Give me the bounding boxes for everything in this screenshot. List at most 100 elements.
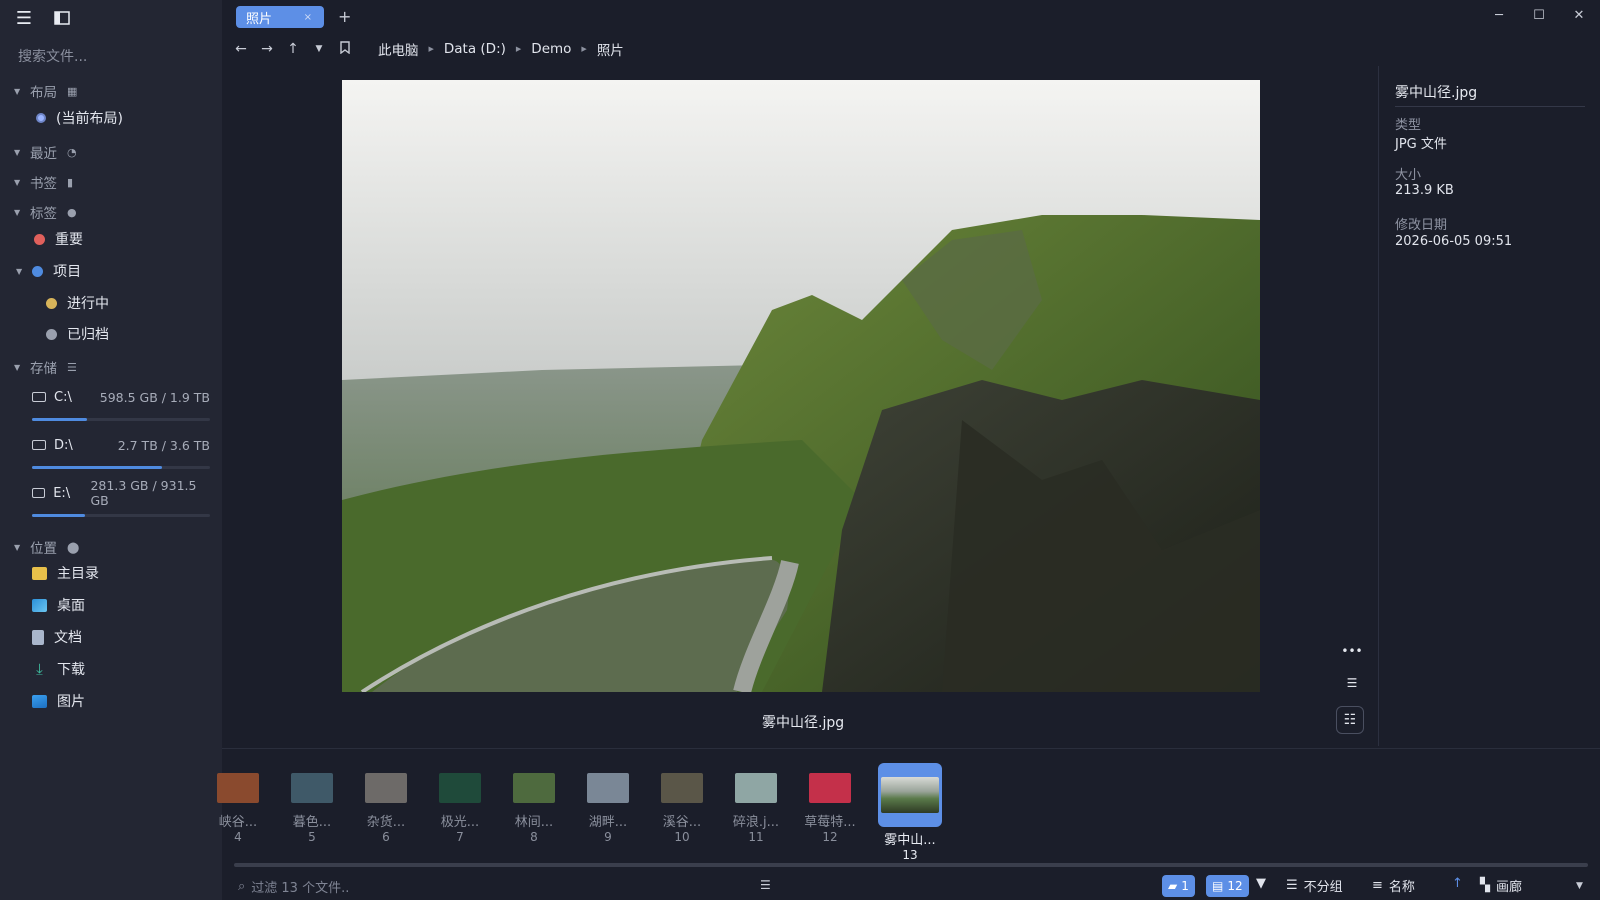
info-modified-value: 2026-06-05 09:51 [1395,234,1513,249]
filmstrip: 峡谷... 4 暮色... 5 杂货... 6 极光... 7 林间... 8 … [217,748,1600,862]
breadcrumb-item[interactable]: 此电脑 [378,39,419,59]
drive-icon [32,488,46,498]
tag-project[interactable]: ▼ 项目 [16,261,81,281]
new-tab-button[interactable]: + [338,7,351,26]
thumbnail-item-selected[interactable]: 雾中山... 13 [878,763,942,862]
chevron-right-icon: ▶ [581,45,587,53]
minimize-icon[interactable]: ─ [1492,6,1506,24]
thumbnail-item[interactable]: 暮色... 5 [280,763,344,849]
chevron-down-icon: ▼ [14,362,21,372]
chevron-down-icon: ▼ [16,266,23,276]
chevron-right-icon: ▶ [428,45,434,53]
image-preview[interactable] [342,80,1260,692]
place-home[interactable]: 主目录 [32,563,99,583]
thumbnail-image [217,773,259,803]
thumbnail-item[interactable]: 极光... 7 [428,763,492,849]
place-documents[interactable]: 文档 [32,627,82,647]
back-arrow-icon[interactable]: ← [228,41,254,57]
landscape-photo [342,80,1260,692]
thumbnail-image [809,773,851,803]
status-bar: ⌕ 过滤 13 个文件.. ☰ ▰ 1 ▤ 12 ▼ ☰ 不分组 ≡ 名称 ↑ … [222,872,1600,900]
history-dropdown-icon[interactable]: ▼ [306,44,332,54]
document-icon [32,629,44,645]
place-pictures[interactable]: 图片 [32,691,85,711]
toggle-panel-icon[interactable] [52,8,72,28]
maximize-icon[interactable]: ☐ [1532,6,1546,24]
details-list-icon[interactable]: ☰ [1340,672,1364,694]
filter-input[interactable]: ⌕ 过滤 13 个文件.. [232,874,750,898]
breadcrumb-item[interactable]: Demo [531,41,571,57]
thumbnail-image [661,773,703,803]
sort-direction-icon[interactable]: ↑ [1452,876,1463,891]
adjust-sliders-icon[interactable]: ☷ [1336,706,1364,734]
place-downloads[interactable]: ⤓ 下载 [32,659,85,679]
thumbnail-item[interactable]: 溪谷... 10 [650,763,714,849]
info-type-label: 类型 [1395,118,1422,133]
drive-usage-fill [32,418,88,421]
chevron-down-icon: ▼ [14,86,21,96]
tag-dot-icon [32,265,44,277]
sort-by-button[interactable]: ≡ 名称 [1372,876,1415,895]
close-tab-icon[interactable]: × [304,12,312,23]
thumbnail-image [735,773,777,803]
tag-in-progress[interactable]: 进行中 [46,293,109,313]
thumbnail-item[interactable]: 碎浪.j... 11 [724,763,788,849]
thumbnail-item[interactable]: 草莓特... 12 [798,763,862,849]
close-icon[interactable]: ✕ [1572,6,1586,24]
view-mode-button[interactable]: ▚ 画廊 ▼ [1480,876,1583,895]
thumbnail-item[interactable]: 湖畔... 9 [576,763,640,849]
sidebar-search-input[interactable]: 搜索文件... [18,46,87,66]
tab-photos[interactable]: 照片 × [236,6,324,28]
info-filename: 雾中山径.jpg [1395,85,1478,101]
tag-archived[interactable]: 已归档 [46,324,109,344]
chevron-down-icon: ▼ [14,542,21,552]
section-storage[interactable]: ▼ 存储 ☰ [14,357,77,378]
divider [1395,106,1585,107]
group-by-button[interactable]: ☰ 不分组 [1286,876,1343,895]
drive-usage-bar [32,418,210,421]
drive-usage-fill [32,466,162,469]
thumbnail-item[interactable]: 峡谷... 4 [206,763,270,849]
picture-icon [32,694,47,708]
sidebar: ☰ 搜索文件... ▼ 布局 ▦ (当前布局) ▼ 最近 ◔ ▼ 书签 ▮ ▼ … [0,0,222,900]
breadcrumb-item[interactable]: 照片 [597,39,624,59]
nav-bar: ← → ↑ ▼ 此电脑 ▶ Data (D:) ▶ Demo ▶ 照片 [222,34,1600,64]
section-tags[interactable]: ▼ 标签 ● [14,202,77,223]
layout-current[interactable]: (当前布局) [36,108,123,128]
more-options-icon[interactable]: ••• [1340,640,1364,662]
filter-funnel-icon[interactable]: ▼ [1256,876,1266,891]
thumbnail-item[interactable]: 林间... 8 [502,763,566,849]
forward-arrow-icon[interactable]: → [254,41,280,57]
bookmark-icon[interactable] [332,40,358,58]
info-panel: 雾中山径.jpg 类型 JPG 文件 大小 213.9 KB 修改日期 2026… [1378,66,1585,746]
filter-options-icon[interactable]: ☰ [760,878,771,892]
breadcrumb-item[interactable]: Data (D:) [444,41,506,57]
tag-icon: ● [67,205,77,219]
drive-c[interactable]: C:\ 598.5 GB / 1.9 TB [32,386,210,408]
section-layout[interactable]: ▼ 布局 ▦ [14,81,78,102]
pin-icon: ⬤ [67,540,80,554]
files-count-badge[interactable]: ▤ 12 [1206,875,1249,897]
thumbnail-selection-frame [878,763,942,827]
up-arrow-icon[interactable]: ↑ [280,41,306,57]
layout-icon: ▦ [67,84,78,98]
bookmark-icon: ▮ [67,175,74,189]
section-bookmarks[interactable]: ▼ 书签 ▮ [14,172,74,193]
place-desktop[interactable]: 桌面 [32,595,85,615]
section-places[interactable]: ▼ 位置 ⬤ [14,537,80,558]
horizontal-scrollbar[interactable] [234,863,1588,867]
image-caption: 雾中山径.jpg [762,715,845,731]
section-recent[interactable]: ▼ 最近 ◔ [14,142,77,163]
thumbnail-image [881,777,939,813]
gallery-view-icon: ▚ [1480,878,1490,893]
folders-count-badge[interactable]: ▰ 1 [1162,875,1195,897]
drive-e[interactable]: E:\ 281.3 GB / 931.5 GB [32,478,210,508]
info-size-label: 大小 [1395,168,1422,183]
hamburger-menu-icon[interactable]: ☰ [14,8,34,29]
chevron-down-icon: ▼ [1576,880,1583,891]
tag-important[interactable]: 重要 [34,229,83,249]
thumbnail-item[interactable]: 杂货... 6 [354,763,418,849]
drive-d[interactable]: D:\ 2.7 TB / 3.6 TB [32,434,210,456]
file-icon: ▤ [1212,879,1224,893]
drive-usage-fill [32,514,86,517]
